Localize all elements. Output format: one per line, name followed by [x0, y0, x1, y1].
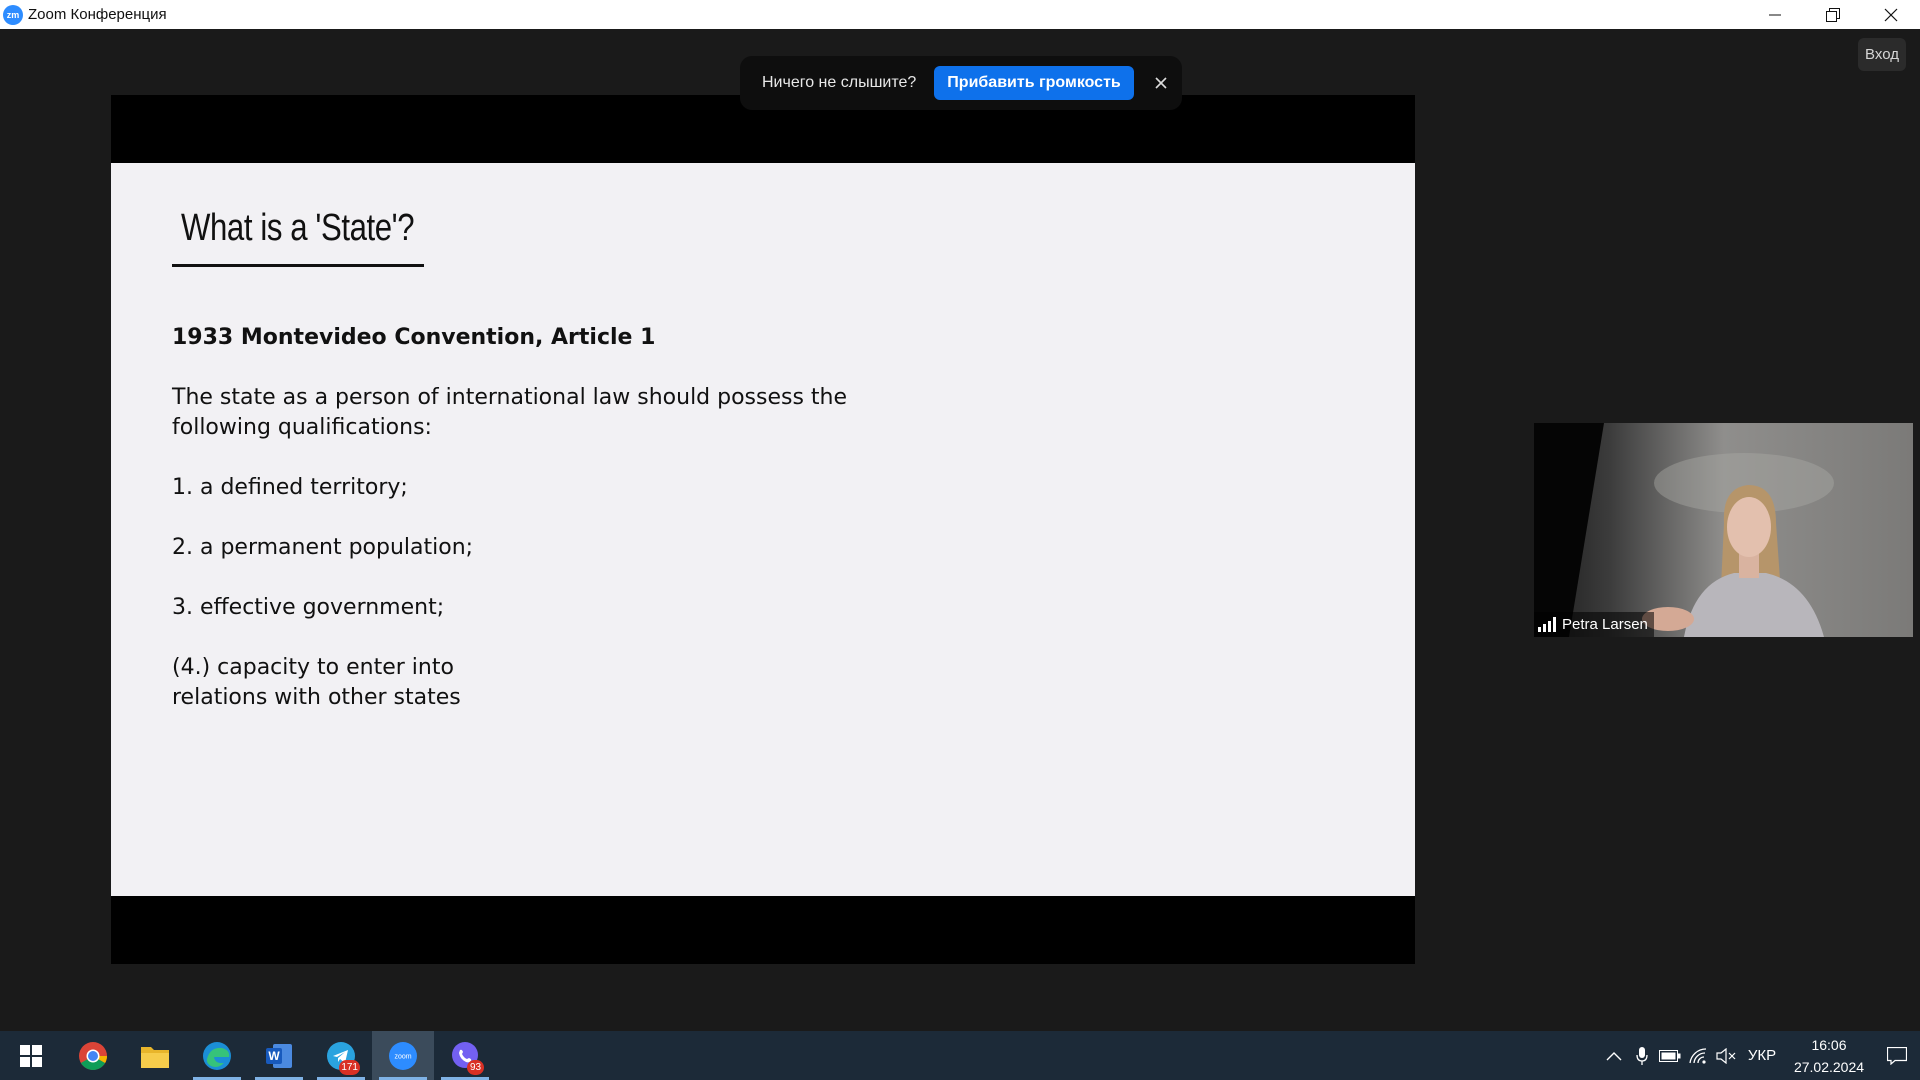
close-icon: [1884, 8, 1898, 21]
viber-badge: 93: [467, 1060, 484, 1075]
microphone-icon: [1636, 1046, 1648, 1065]
chrome-icon: [79, 1041, 107, 1070]
clock-time: 16:06: [1811, 1036, 1847, 1053]
zoom-icon: zoom: [389, 1041, 417, 1070]
restore-button[interactable]: [1804, 0, 1862, 29]
zoom-logo-icon: zm: [3, 4, 23, 25]
chevron-up-icon: [1606, 1051, 1622, 1060]
taskbar-clock[interactable]: 16:06 27.02.2024: [1784, 1034, 1874, 1078]
participant-video-feed: [1534, 423, 1913, 637]
battery-status[interactable]: [1656, 1031, 1684, 1080]
close-window-button[interactable]: [1862, 0, 1920, 29]
windows-start-icon: [20, 1044, 42, 1067]
input-language-indicator[interactable]: УКР: [1740, 1047, 1784, 1064]
word-icon: W: [266, 1043, 292, 1068]
speaker-muted-icon: [1716, 1047, 1736, 1064]
microphone-status[interactable]: [1628, 1031, 1656, 1080]
list-item: 1. a defined territory;: [172, 475, 408, 500]
taskbar-edge[interactable]: [186, 1031, 248, 1080]
file-explorer-icon: [141, 1046, 169, 1068]
slide-intro: The state as a person of international l…: [172, 383, 932, 443]
notification-icon: [1887, 1046, 1907, 1065]
word-letter: W: [268, 1049, 280, 1063]
item-4-line-2: relations with other states: [172, 685, 461, 710]
close-icon: [1155, 77, 1167, 89]
title-underline: [172, 264, 424, 267]
start-button[interactable]: [0, 1031, 62, 1080]
taskbar-viber[interactable]: 93: [434, 1031, 496, 1080]
system-tray: УКР 16:06 27.02.2024: [1600, 1031, 1920, 1080]
participant-video-tile[interactable]: Petra Larsen: [1534, 423, 1913, 637]
slide-title: What is a 'State'?: [181, 207, 415, 249]
window-titlebar: zm Zoom Конференция: [0, 0, 1920, 29]
participant-name-tag: Petra Larsen: [1534, 612, 1654, 637]
presentation-slide: What is a 'State'? 1933 Montevideo Conve…: [111, 163, 1415, 896]
taskbar-zoom[interactable]: zoom: [372, 1031, 434, 1080]
windows-taskbar: W 171 zoom 93 УКР 16:06 27.02.2024: [0, 1031, 1920, 1080]
intro-line-2: following qualifications:: [172, 415, 432, 440]
participant-name: Petra Larsen: [1562, 616, 1648, 633]
zoom-wordmark: zoom: [394, 1053, 411, 1060]
slide-body: 1933 Montevideo Convention, Article 1 Th…: [172, 323, 932, 713]
intro-line-1: The state as a person of international l…: [172, 385, 848, 410]
audio-notification-banner: Ничего не слышите? Прибавить громкость: [740, 56, 1182, 110]
list-item: (4.) capacity to enter into relations wi…: [172, 653, 932, 713]
telegram-badge: 171: [339, 1060, 360, 1075]
shared-screen: What is a 'State'? 1933 Montevideo Conve…: [111, 95, 1415, 964]
taskbar-word[interactable]: W: [248, 1031, 310, 1080]
window-title: Zoom Конференция: [28, 6, 167, 23]
taskbar-chrome[interactable]: [62, 1031, 124, 1080]
list-item: 3. effective government;: [172, 595, 445, 620]
edge-icon: [203, 1041, 231, 1070]
banner-close-button[interactable]: [1151, 73, 1171, 93]
banner-text: Ничего не слышите?: [762, 74, 917, 91]
wifi-icon: [1689, 1047, 1707, 1064]
window-controls: [1746, 0, 1920, 29]
taskbar-file-explorer[interactable]: [124, 1031, 186, 1080]
volume-control[interactable]: [1712, 1031, 1740, 1080]
restore-icon: [1826, 7, 1840, 22]
show-hidden-icons-button[interactable]: [1600, 1031, 1628, 1080]
network-status[interactable]: [1684, 1031, 1712, 1080]
item-4-line-1: (4.) capacity to enter into: [172, 655, 454, 680]
minimize-icon: [1769, 14, 1781, 15]
minimize-button[interactable]: [1746, 0, 1804, 29]
meeting-area: Вход What is a 'State'? 1933 Montevideo …: [0, 29, 1920, 1031]
slide-heading: 1933 Montevideo Convention, Article 1: [172, 325, 656, 350]
battery-icon: [1659, 1049, 1681, 1062]
clock-date: 27.02.2024: [1793, 1058, 1865, 1075]
taskbar-telegram[interactable]: 171: [310, 1031, 372, 1080]
list-item: 2. a permanent population;: [172, 535, 474, 560]
notification-center-button[interactable]: [1874, 1031, 1920, 1080]
login-button[interactable]: Вход: [1858, 38, 1906, 71]
signal-bars-icon: [1538, 617, 1556, 632]
increase-volume-button[interactable]: Прибавить громкость: [934, 66, 1134, 100]
